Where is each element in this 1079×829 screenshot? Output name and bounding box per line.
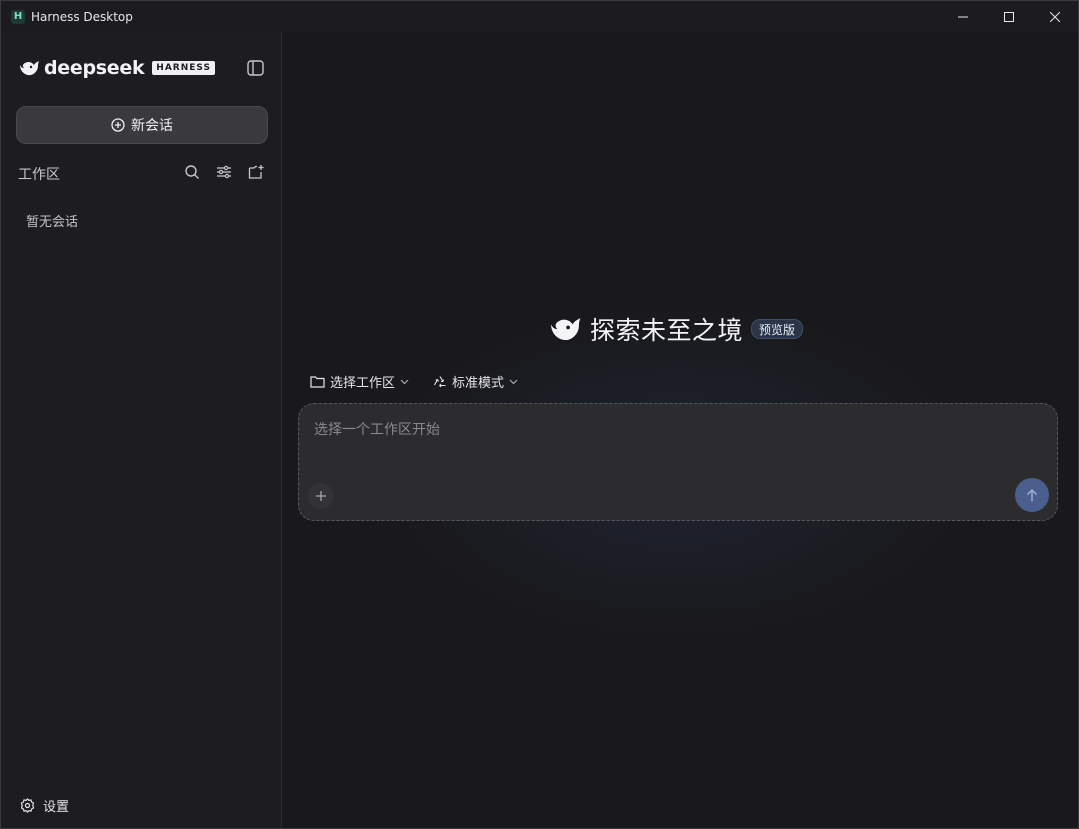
- brand-name: deepseek: [44, 57, 145, 79]
- maximize-button[interactable]: [986, 1, 1032, 32]
- filter-icon: [217, 165, 231, 179]
- workspace-select[interactable]: 选择工作区: [310, 372, 409, 391]
- new-chat-label: 新会话: [131, 118, 173, 134]
- chevron-down-icon: [509, 379, 518, 384]
- workspace-toolbar: [183, 163, 265, 181]
- send-button[interactable]: [1015, 478, 1049, 512]
- window-controls: [940, 1, 1078, 32]
- empty-sessions-text: 暂无会话: [26, 215, 79, 230]
- composer-input[interactable]: [314, 418, 964, 442]
- search-button[interactable]: [183, 163, 201, 181]
- harness-badge: HARNESS: [152, 61, 215, 75]
- hero-title: 探索未至之境: [590, 316, 744, 345]
- app-window: H Harness Desktop deepseek HARNESS 新会话 工…: [0, 0, 1079, 829]
- workspace-heading: 工作区: [18, 167, 60, 183]
- new-workspace-button[interactable]: [247, 163, 265, 181]
- recycle-icon: [434, 375, 446, 387]
- maximize-icon: [1004, 11, 1014, 22]
- plus-circle-icon: [111, 118, 125, 132]
- hero-heading: 探索未至之境 预览版: [548, 311, 804, 347]
- chevron-down-icon: [400, 379, 409, 384]
- minimize-button[interactable]: [940, 1, 986, 32]
- composer-selectors: 选择工作区 标准模式: [310, 372, 518, 391]
- mode-select[interactable]: 标准模式: [433, 372, 518, 391]
- window-title: Harness Desktop: [31, 9, 133, 24]
- attach-button[interactable]: [308, 483, 334, 509]
- app-icon: H: [11, 9, 25, 24]
- sidebar-toggle-icon: [247, 60, 264, 76]
- folder-icon: [310, 376, 325, 388]
- mode-select-label: 标准模式: [452, 376, 505, 391]
- new-chat-button[interactable]: 新会话: [16, 106, 268, 144]
- arrow-up-icon: [1026, 488, 1038, 501]
- whale-logo-icon: [20, 61, 39, 76]
- whale-logo-icon: [551, 318, 581, 341]
- main-panel: 探索未至之境 预览版 选择工作区 标准模式: [282, 32, 1078, 828]
- sidebar: deepseek HARNESS 新会话 工作区 暂无会话 设置: [1, 32, 282, 828]
- search-icon: [185, 165, 199, 179]
- title-bar: H Harness Desktop: [1, 1, 1078, 32]
- sidebar-toggle-button[interactable]: [247, 60, 264, 76]
- settings-label: 设置: [43, 800, 70, 815]
- workspace-select-label: 选择工作区: [330, 376, 396, 391]
- close-icon: [1050, 11, 1060, 22]
- composer: [298, 403, 1058, 521]
- new-folder-icon: [248, 165, 263, 179]
- settings-button[interactable]: 设置: [20, 796, 69, 815]
- plus-icon: [316, 491, 326, 501]
- minimize-icon: [958, 16, 968, 17]
- filter-button[interactable]: [215, 163, 233, 181]
- close-button[interactable]: [1032, 1, 1078, 32]
- brand-logo: deepseek HARNESS: [18, 56, 215, 80]
- preview-badge: 预览版: [751, 319, 804, 339]
- gear-icon: [20, 798, 35, 813]
